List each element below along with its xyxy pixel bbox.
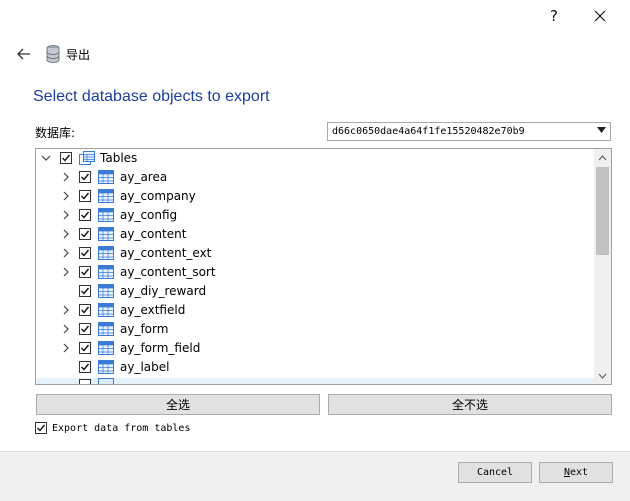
expand-icon[interactable] — [60, 342, 72, 354]
table-checkbox[interactable] — [79, 228, 91, 240]
table-checkbox[interactable] — [79, 342, 91, 354]
close-button[interactable] — [578, 0, 622, 32]
expand-icon[interactable] — [60, 171, 72, 183]
expand-icon[interactable] — [60, 190, 72, 202]
database-select-value: d66c0650dae4a64f1fe15520482e70b9 — [332, 126, 525, 137]
tables-folder-icon — [79, 151, 95, 165]
section-heading: Select database objects to export — [33, 88, 270, 105]
object-tree[interactable]: Tables ay_area ay_company ay_config ay_cont… — [35, 148, 612, 385]
table-checkbox[interactable] — [79, 247, 91, 259]
dialog-footer: Cancel Next — [0, 451, 630, 501]
expand-icon[interactable] — [60, 209, 72, 221]
next-button[interactable]: Next — [539, 462, 613, 483]
expand-icon[interactable] — [60, 247, 72, 259]
tree-partial-row[interactable] — [36, 378, 596, 384]
database-icon — [46, 45, 60, 63]
table-icon — [98, 284, 114, 298]
chevron-down-icon — [598, 373, 607, 379]
back-arrow-icon — [17, 48, 30, 60]
table-icon — [98, 322, 114, 336]
scroll-down-button[interactable] — [594, 367, 611, 384]
database-select[interactable]: d66c0650dae4a64f1fe15520482e70b9 — [327, 122, 611, 141]
tree-table-row[interactable]: ay_content — [36, 225, 596, 244]
tree-table-row[interactable]: ay_content_sort — [36, 263, 596, 282]
table-checkbox[interactable] — [79, 323, 91, 335]
expand-icon[interactable] — [60, 228, 72, 240]
help-button[interactable]: ? — [532, 0, 576, 32]
table-checkbox[interactable] — [79, 266, 91, 278]
table-label: ay_config — [120, 208, 178, 222]
tree-table-row[interactable]: ay_content_ext — [36, 244, 596, 263]
table-label: ay_company — [120, 189, 196, 203]
expand-icon[interactable] — [60, 323, 72, 335]
tree-table-row[interactable]: ay_area — [36, 168, 596, 187]
table-label: ay_extfield — [120, 303, 186, 317]
table-checkbox[interactable] — [79, 285, 91, 297]
table-checkbox[interactable] — [79, 379, 91, 384]
table-checkbox[interactable] — [79, 304, 91, 316]
table-icon — [98, 189, 114, 203]
tree-table-row[interactable]: ay_diy_reward — [36, 282, 596, 301]
table-label: ay_content_sort — [120, 265, 216, 279]
table-icon — [98, 265, 114, 279]
title-bar: ? — [0, 0, 630, 32]
chevron-up-icon — [598, 154, 607, 160]
table-icon — [98, 360, 114, 374]
scroll-up-button[interactable] — [594, 149, 611, 166]
table-icon — [98, 246, 114, 260]
tree-table-row[interactable]: ay_label — [36, 358, 596, 377]
expand-icon[interactable] — [60, 266, 72, 278]
cancel-button[interactable]: Cancel — [458, 462, 532, 483]
collapse-icon[interactable] — [40, 152, 52, 164]
table-checkbox[interactable] — [79, 190, 91, 202]
tree-table-row[interactable]: ay_form — [36, 320, 596, 339]
export-data-option[interactable]: Export data from tables — [35, 422, 190, 434]
select-none-button[interactable]: 全不选 — [328, 394, 612, 415]
database-label: 数据库: — [35, 126, 76, 140]
select-all-button[interactable]: 全选 — [36, 394, 320, 415]
next-button-label: ext — [569, 467, 589, 478]
dropdown-arrow-icon — [597, 127, 606, 133]
table-label: ay_diy_reward — [120, 284, 207, 298]
tree-root-row[interactable]: Tables — [36, 149, 596, 168]
table-label: ay_form — [120, 322, 169, 336]
table-checkbox[interactable] — [79, 209, 91, 221]
table-label: ay_area — [120, 170, 168, 184]
tree-root-checkbox[interactable] — [60, 152, 72, 164]
table-checkbox[interactable] — [79, 171, 91, 183]
table-checkbox[interactable] — [79, 361, 91, 373]
page-title: 导出 — [66, 47, 91, 62]
export-data-label: Export data from tables — [52, 422, 191, 434]
tree-table-row[interactable]: ay_company — [36, 187, 596, 206]
table-label: ay_label — [120, 360, 170, 374]
tree-root-label: Tables — [100, 151, 138, 165]
scrollbar-thumb[interactable] — [596, 167, 609, 255]
table-label: ay_content — [120, 227, 187, 241]
expand-icon[interactable] — [60, 304, 72, 316]
table-icon — [98, 227, 114, 241]
table-icon — [98, 341, 114, 355]
table-label: ay_form_field — [120, 341, 201, 355]
table-icon — [98, 303, 114, 317]
table-icon — [98, 170, 114, 184]
tree-table-row[interactable]: ay_config — [36, 206, 596, 225]
back-button[interactable] — [14, 44, 34, 64]
table-icon — [98, 378, 114, 384]
export-data-checkbox[interactable] — [35, 422, 47, 434]
tree-table-row[interactable]: ay_extfield — [36, 301, 596, 320]
table-icon — [98, 208, 114, 222]
table-label: ay_content_ext — [120, 246, 212, 260]
tree-scrollbar[interactable] — [594, 149, 611, 384]
close-icon — [594, 10, 606, 22]
tree-table-row[interactable]: ay_form_field — [36, 339, 596, 358]
nav-bar: 导出 — [14, 42, 90, 66]
